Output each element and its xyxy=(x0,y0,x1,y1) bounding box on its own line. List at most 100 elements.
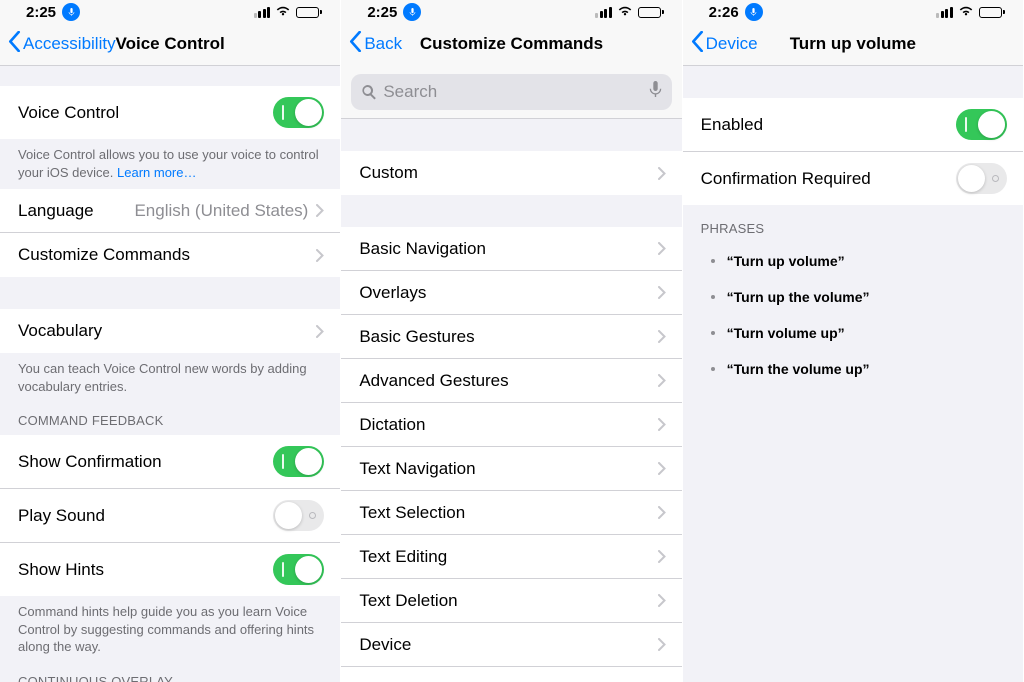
dictation-icon[interactable] xyxy=(649,81,662,104)
phrases-list: “Turn up volume”“Turn up the volume”“Tur… xyxy=(683,243,1023,387)
chevron-left-icon xyxy=(8,31,21,57)
battery-icon xyxy=(638,7,664,18)
custom-row[interactable]: Custom xyxy=(341,151,681,195)
hints-description: Command hints help guide you as you lear… xyxy=(0,596,340,664)
row-label: Advanced Gestures xyxy=(359,371,657,391)
bullet-icon xyxy=(711,295,715,299)
category-row[interactable]: Dictation xyxy=(341,403,681,447)
battery-icon xyxy=(979,7,1005,18)
play-sound-toggle[interactable] xyxy=(273,500,324,531)
cellular-signal-icon xyxy=(254,7,271,18)
row-label: Text Deletion xyxy=(359,591,657,611)
row-label: Custom xyxy=(359,163,657,183)
chevron-right-icon xyxy=(658,638,666,651)
vocabulary-row[interactable]: Vocabulary xyxy=(0,309,340,353)
phrase-text: “Turn the volume up” xyxy=(727,361,870,377)
phrase-item: “Turn volume up” xyxy=(683,315,1023,351)
category-row[interactable]: Accessibility xyxy=(341,667,681,682)
confirmation-toggle[interactable] xyxy=(956,163,1007,194)
row-label: Play Sound xyxy=(18,506,273,526)
status-bar: 2:25 xyxy=(341,0,681,22)
continuous-overlay-header: CONTINUOUS OVERLAY xyxy=(0,664,340,682)
vocabulary-description: You can teach Voice Control new words by… xyxy=(0,353,340,403)
bullet-icon xyxy=(711,331,715,335)
row-label: Basic Navigation xyxy=(359,239,657,259)
row-label: Vocabulary xyxy=(18,321,316,341)
category-row[interactable]: Overlays xyxy=(341,271,681,315)
search-placeholder: Search xyxy=(383,82,642,102)
row-label: Text Editing xyxy=(359,547,657,567)
confirmation-required-row[interactable]: Confirmation Required xyxy=(683,152,1023,205)
chevron-right-icon xyxy=(658,242,666,255)
back-button[interactable]: Device xyxy=(691,31,758,57)
language-row[interactable]: Language English (United States) xyxy=(0,189,340,233)
category-row[interactable]: Text Navigation xyxy=(341,447,681,491)
category-row[interactable]: Basic Navigation xyxy=(341,227,681,271)
category-row[interactable]: Text Editing xyxy=(341,535,681,579)
phrases-header: PHRASES xyxy=(683,205,1023,243)
chevron-right-icon xyxy=(658,594,666,607)
chevron-right-icon xyxy=(658,330,666,343)
row-label: Text Selection xyxy=(359,503,657,523)
screen-voice-control: 2:25 Accessibility Voice Control Voice C… xyxy=(0,0,341,682)
category-row[interactable]: Advanced Gestures xyxy=(341,359,681,403)
bullet-icon xyxy=(711,367,715,371)
chevron-right-icon xyxy=(658,550,666,563)
category-row[interactable]: Basic Gestures xyxy=(341,315,681,359)
phrase-text: “Turn up volume” xyxy=(727,253,845,269)
row-label: Text Navigation xyxy=(359,459,657,479)
chevron-right-icon xyxy=(658,462,666,475)
show-confirmation-row[interactable]: Show Confirmation xyxy=(0,435,340,489)
back-button[interactable]: Back xyxy=(349,31,402,57)
screen-command-detail: 2:26 Device Turn up volume Enabled Confi… xyxy=(683,0,1024,682)
chevron-right-icon xyxy=(658,374,666,387)
chevron-left-icon xyxy=(691,31,704,57)
show-hints-toggle[interactable] xyxy=(273,554,324,585)
nav-bar: Back Customize Commands xyxy=(341,22,681,66)
microphone-indicator-icon xyxy=(745,3,763,21)
clock-time: 2:25 xyxy=(367,4,397,21)
microphone-indicator-icon xyxy=(403,3,421,21)
screen-customize-commands: 2:25 Back Customize Commands Search Cust… xyxy=(341,0,682,682)
learn-more-link[interactable]: Learn more… xyxy=(117,165,196,180)
back-label: Accessibility xyxy=(23,34,116,54)
row-label: Customize Commands xyxy=(18,245,316,265)
search-input[interactable]: Search xyxy=(351,74,671,110)
cellular-signal-icon xyxy=(595,7,612,18)
phrase-item: “Turn up volume” xyxy=(683,243,1023,279)
chevron-right-icon xyxy=(658,286,666,299)
row-label: Overlays xyxy=(359,283,657,303)
microphone-indicator-icon xyxy=(62,3,80,21)
row-label: Show Hints xyxy=(18,560,273,580)
chevron-right-icon xyxy=(658,418,666,431)
search-icon xyxy=(361,84,377,100)
categories-group: Basic Navigation Overlays Basic Gestures Ad… xyxy=(341,227,681,682)
status-bar: 2:26 xyxy=(683,0,1023,22)
chevron-right-icon xyxy=(316,325,324,338)
enabled-toggle[interactable] xyxy=(956,109,1007,140)
show-hints-row[interactable]: Show Hints xyxy=(0,543,340,596)
category-row[interactable]: Text Deletion xyxy=(341,579,681,623)
back-button[interactable]: Accessibility xyxy=(8,31,116,57)
voice-control-toggle-row[interactable]: Voice Control xyxy=(0,86,340,139)
category-row[interactable]: Device xyxy=(341,623,681,667)
customize-commands-row[interactable]: Customize Commands xyxy=(0,233,340,277)
category-row[interactable]: Text Selection xyxy=(341,491,681,535)
nav-bar: Device Turn up volume xyxy=(683,22,1023,66)
status-bar: 2:25 xyxy=(0,0,340,22)
nav-bar: Accessibility Voice Control xyxy=(0,22,340,66)
command-feedback-header: COMMAND FEEDBACK xyxy=(0,403,340,435)
row-label: Dictation xyxy=(359,415,657,435)
phrase-item: “Turn the volume up” xyxy=(683,351,1023,387)
bullet-icon xyxy=(711,259,715,263)
row-label: Basic Gestures xyxy=(359,327,657,347)
play-sound-row[interactable]: Play Sound xyxy=(0,489,340,543)
voice-control-toggle[interactable] xyxy=(273,97,324,128)
show-confirmation-toggle[interactable] xyxy=(273,446,324,477)
wifi-icon xyxy=(617,4,633,21)
row-label: Language xyxy=(18,201,134,221)
clock-time: 2:25 xyxy=(26,4,56,21)
wifi-icon xyxy=(958,4,974,21)
enabled-row[interactable]: Enabled xyxy=(683,98,1023,152)
chevron-left-icon xyxy=(349,31,362,57)
